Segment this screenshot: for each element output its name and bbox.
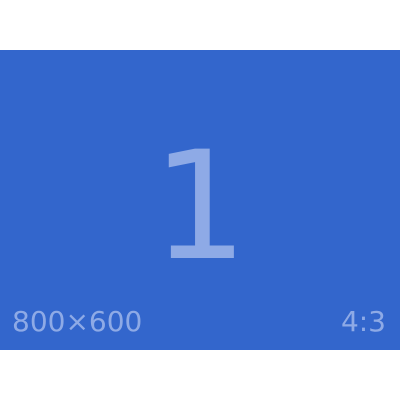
placeholder-aspect-ratio: 4:3 bbox=[340, 305, 386, 338]
page: 1 800×600 4:3 bbox=[0, 0, 400, 400]
placeholder-dimensions: 800×600 bbox=[12, 305, 143, 338]
placeholder-image: 1 800×600 4:3 bbox=[0, 50, 400, 350]
placeholder-number: 1 bbox=[152, 120, 248, 294]
